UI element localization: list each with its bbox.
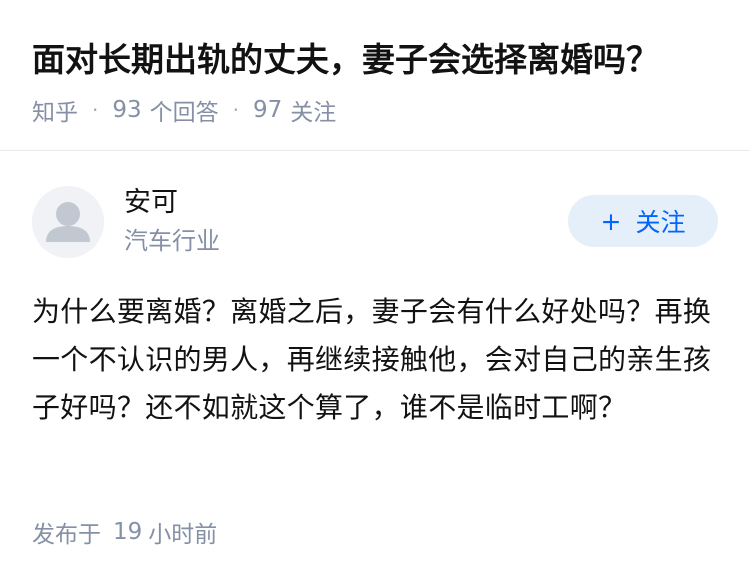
follow-button-label: 关注 [635, 208, 686, 237]
author-bio: 汽车行业 [124, 227, 220, 255]
follow-count-label: 关注 [290, 100, 337, 126]
answer-count: 93 [112, 97, 142, 123]
author-name[interactable]: 安可 [124, 184, 178, 222]
meta-separator: · [92, 98, 99, 122]
posted-unit: 小时前 [148, 522, 218, 548]
avatar[interactable] [32, 186, 104, 258]
answer-text: 为什么要离婚？离婚之后，妻子会有什么好处吗？再换一个不认识的男人，再继续接触他，… [32, 295, 712, 424]
zhihu-answer-card: 面对长期出轨的丈夫，妻子会选择离婚吗？ 知乎 · 93 个回答 · 97 关注 … [0, 0, 750, 582]
author-info: 安可 汽车行业 + 关注 [32, 186, 718, 262]
answer-timestamp: 发布于 19 小时前 [32, 514, 217, 550]
plus-icon: + [600, 206, 622, 236]
default-avatar-icon [32, 186, 104, 258]
meta-separator: · [232, 98, 239, 122]
answer-content: 为什么要离婚？离婚之后，妻子会有什么好处吗？再换一个不认识的男人，再继续接触他，… [32, 288, 722, 432]
answer-count-label: 个回答 [149, 100, 219, 126]
question-meta: 知乎 · 93 个回答 · 97 关注 [32, 92, 336, 128]
source-label[interactable]: 知乎 [32, 93, 78, 127]
follow-count: 97 [253, 97, 283, 123]
question-title[interactable]: 面对长期出轨的丈夫，妻子会选择离婚吗？ [32, 34, 732, 86]
question-header: 面对长期出轨的丈夫，妻子会选择离婚吗？ 知乎 · 93 个回答 · 97 关注 [0, 0, 750, 151]
posted-prefix: 发布于 [32, 522, 101, 548]
follow-button[interactable]: + 关注 [568, 195, 718, 247]
posted-value: 19 [113, 519, 143, 545]
